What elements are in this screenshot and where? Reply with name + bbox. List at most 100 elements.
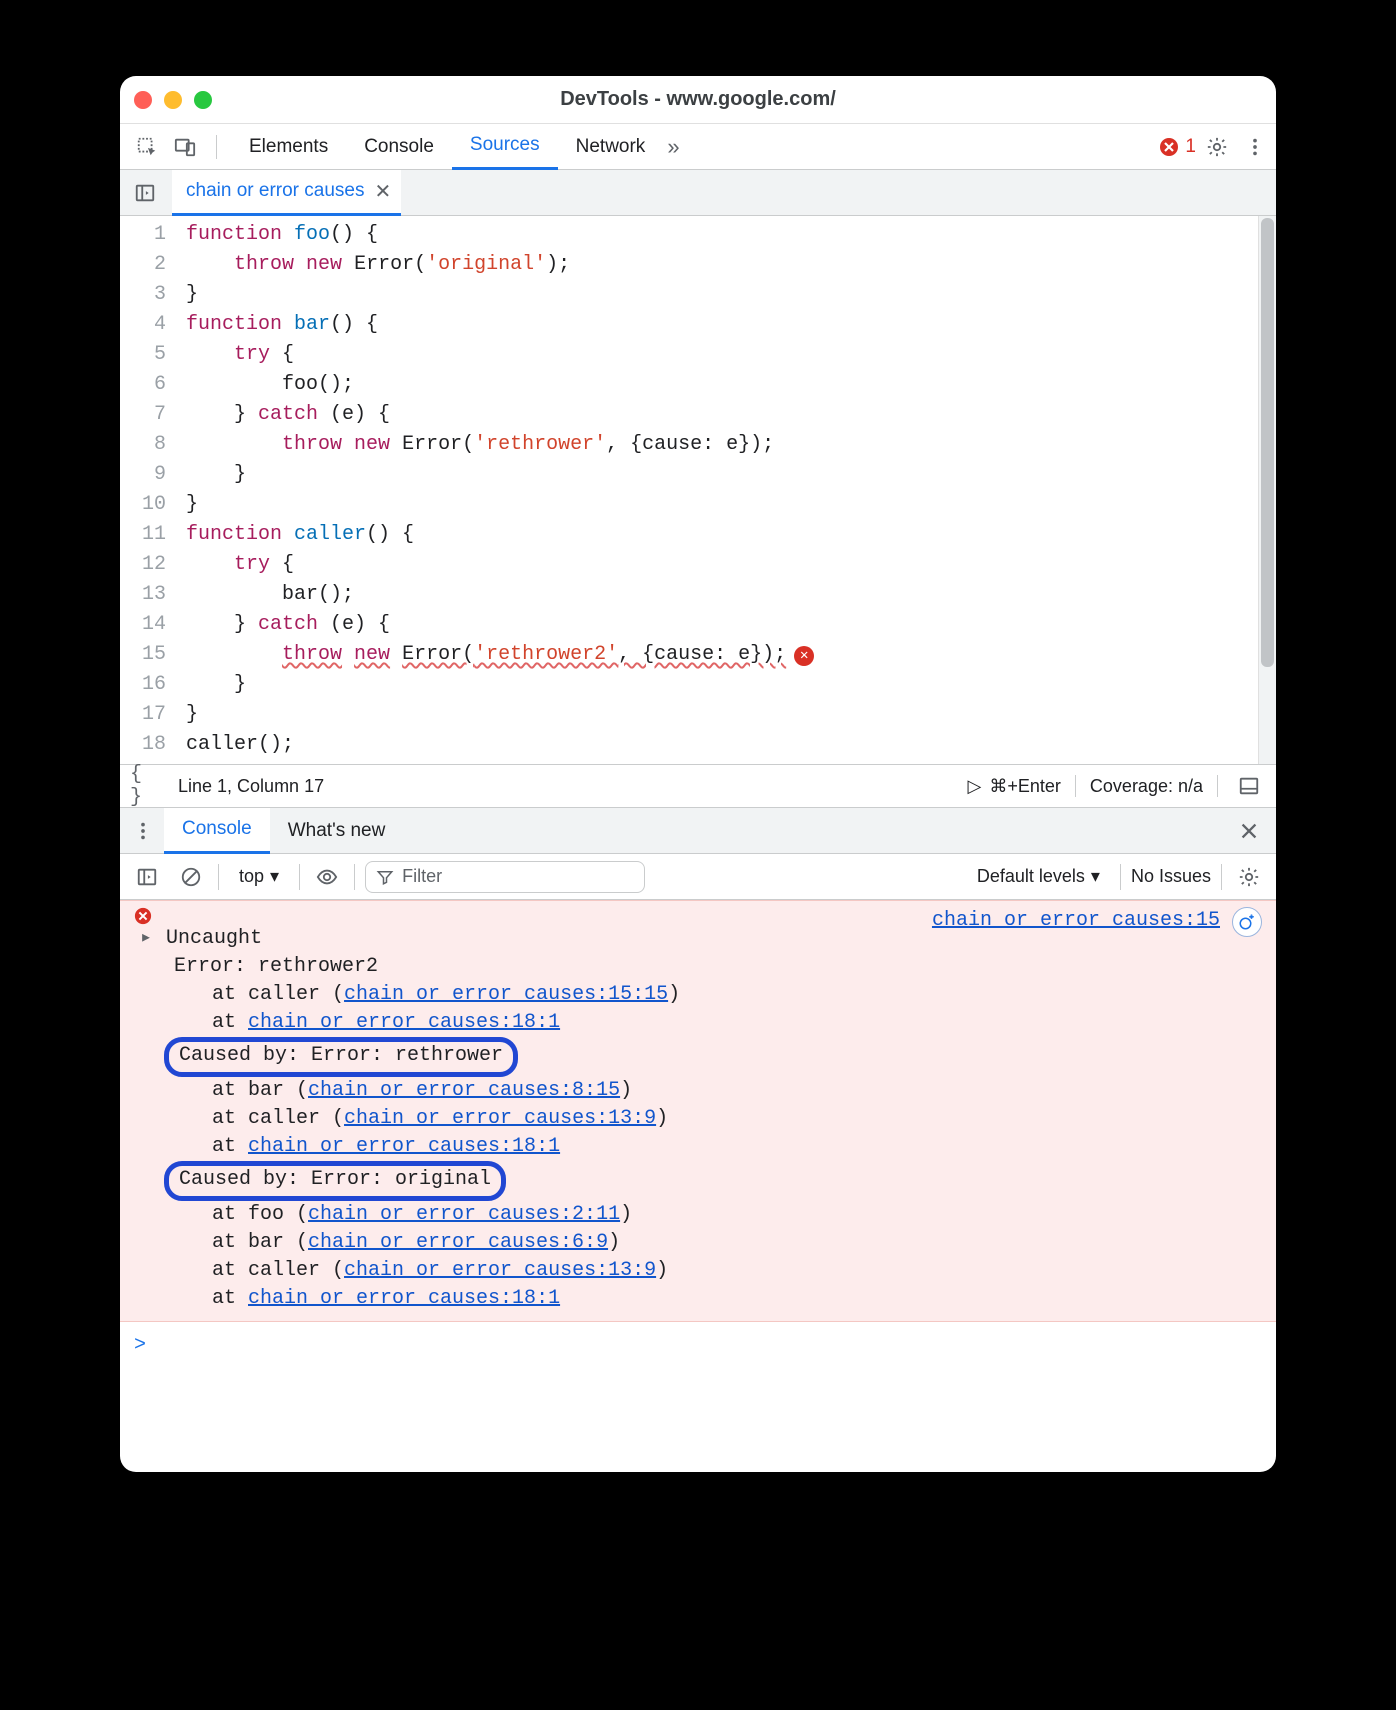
code-line[interactable]: foo(); bbox=[178, 370, 1276, 400]
cause-highlight: Caused by: Error: rethrower bbox=[164, 1037, 518, 1077]
stack-link[interactable]: chain or error causes:2:11 bbox=[308, 1203, 620, 1226]
editor-scrollbar[interactable] bbox=[1258, 216, 1276, 764]
device-toggle-icon[interactable] bbox=[168, 130, 202, 164]
chevron-down-icon: ▾ bbox=[270, 866, 279, 887]
file-tab[interactable]: chain or error causes ✕ bbox=[172, 170, 401, 216]
code-area[interactable]: function foo() { throw new Error('origin… bbox=[178, 216, 1276, 764]
stack-link[interactable]: chain or error causes:18:1 bbox=[248, 1135, 560, 1158]
code-line[interactable]: } bbox=[178, 280, 1276, 310]
code-line[interactable]: function bar() { bbox=[178, 310, 1276, 340]
error-count-value: 1 bbox=[1185, 136, 1196, 158]
console-line: at bar (chain or error causes:8:15) bbox=[134, 1077, 1262, 1105]
drawer-tab-what-s-new[interactable]: What's new bbox=[270, 808, 404, 854]
main-tabs: ElementsConsoleSourcesNetwork bbox=[231, 124, 663, 170]
console-prompt[interactable]: > bbox=[120, 1322, 1276, 1370]
coverage-label: Coverage: n/a bbox=[1090, 776, 1203, 797]
prompt-icon: > bbox=[134, 1332, 146, 1360]
drawer-kebab-icon[interactable] bbox=[126, 814, 160, 848]
stack-link[interactable]: chain or error causes:13:9 bbox=[344, 1107, 656, 1130]
pretty-print-icon[interactable]: { } bbox=[130, 769, 164, 803]
code-line[interactable]: bar(); bbox=[178, 580, 1276, 610]
filter-placeholder: Filter bbox=[402, 866, 442, 887]
stack-link[interactable]: chain or error causes:18:1 bbox=[248, 1011, 560, 1034]
file-tab-label: chain or error causes bbox=[186, 180, 364, 202]
devtools-window: DevTools - www.google.com/ ElementsConso… bbox=[120, 76, 1276, 1472]
code-line[interactable]: throw new Error('rethrower', {cause: e})… bbox=[178, 430, 1276, 460]
settings-icon[interactable] bbox=[1200, 130, 1234, 164]
levels-label: Default levels bbox=[977, 866, 1085, 887]
filter-input[interactable]: Filter bbox=[365, 861, 645, 893]
drawer-tab-console[interactable]: Console bbox=[164, 808, 270, 854]
clear-console-icon[interactable] bbox=[174, 860, 208, 894]
filter-icon bbox=[376, 868, 394, 886]
file-tab-bar: chain or error causes ✕ bbox=[120, 170, 1276, 216]
run-icon[interactable]: ▷ bbox=[968, 776, 982, 797]
console-line: at foo (chain or error causes:2:11) bbox=[134, 1201, 1262, 1229]
code-line[interactable]: } bbox=[178, 700, 1276, 730]
drawer-tabs: ConsoleWhat's new bbox=[120, 808, 1276, 854]
code-line[interactable]: throw new Error('rethrower2', {cause: e}… bbox=[178, 640, 1276, 670]
console-error-message[interactable]: chain or error causes:15 ▸ UncaughtError… bbox=[120, 900, 1276, 1322]
code-line[interactable]: caller(); bbox=[178, 730, 1276, 760]
close-file-tab-icon[interactable]: ✕ bbox=[374, 179, 391, 204]
tab-network[interactable]: Network bbox=[558, 124, 664, 170]
tab-console[interactable]: Console bbox=[346, 124, 452, 170]
issues-label[interactable]: No Issues bbox=[1131, 866, 1211, 887]
code-line[interactable]: } bbox=[178, 490, 1276, 520]
kebab-menu-icon[interactable] bbox=[1238, 130, 1272, 164]
console-line: at caller (chain or error causes:13:9) bbox=[134, 1257, 1262, 1285]
drawer-close-icon[interactable] bbox=[1236, 814, 1270, 848]
console-line: at chain or error causes:18:1 bbox=[134, 1133, 1262, 1161]
inline-error-icon[interactable]: ✕ bbox=[794, 646, 814, 666]
console-line: at caller (chain or error causes:15:15) bbox=[134, 981, 1262, 1009]
tab-elements[interactable]: Elements bbox=[231, 124, 346, 170]
console-line: at chain or error causes:18:1 bbox=[134, 1285, 1262, 1313]
context-selector[interactable]: top ▾ bbox=[229, 862, 289, 891]
console-toolbar: top ▾ Filter Default levels ▾ No Issues bbox=[120, 854, 1276, 900]
code-line[interactable]: try { bbox=[178, 340, 1276, 370]
code-line[interactable]: function foo() { bbox=[178, 220, 1276, 250]
window-titlebar: DevTools - www.google.com/ bbox=[120, 76, 1276, 124]
tab-sources[interactable]: Sources bbox=[452, 124, 558, 170]
main-toolbar: ElementsConsoleSourcesNetwork » 1 bbox=[120, 124, 1276, 170]
stack-link[interactable]: chain or error causes:8:15 bbox=[308, 1079, 620, 1102]
code-line[interactable]: throw new Error('original'); bbox=[178, 250, 1276, 280]
code-editor[interactable]: 123456789101112131415161718 function foo… bbox=[120, 216, 1276, 764]
console-line: Caused by: Error: rethrower bbox=[134, 1037, 1262, 1077]
code-line[interactable]: } catch (e) { bbox=[178, 400, 1276, 430]
context-label: top bbox=[239, 866, 264, 887]
code-line[interactable]: try { bbox=[178, 550, 1276, 580]
code-line[interactable]: function caller() { bbox=[178, 520, 1276, 550]
levels-selector[interactable]: Default levels ▾ bbox=[967, 862, 1110, 891]
stack-link[interactable]: chain or error causes:13:9 bbox=[344, 1259, 656, 1282]
console-line: at bar (chain or error causes:6:9) bbox=[134, 1229, 1262, 1257]
stack-link[interactable]: chain or error causes:6:9 bbox=[308, 1231, 608, 1254]
console-settings-icon[interactable] bbox=[1232, 860, 1266, 894]
stack-link[interactable]: chain or error causes:18:1 bbox=[248, 1287, 560, 1310]
code-line[interactable]: } bbox=[178, 460, 1276, 490]
editor-status-bar: { } Line 1, Column 17 ▷ ⌘+Enter Coverage… bbox=[120, 764, 1276, 808]
console-body: chain or error causes:15 ▸ UncaughtError… bbox=[120, 900, 1276, 1472]
error-count[interactable]: 1 bbox=[1159, 136, 1196, 158]
code-line[interactable]: } bbox=[178, 670, 1276, 700]
debugger-toggle-icon[interactable] bbox=[1232, 769, 1266, 803]
line-gutter: 123456789101112131415161718 bbox=[120, 216, 178, 764]
source-link[interactable]: chain or error causes:15 bbox=[932, 907, 1220, 935]
console-line: Caused by: Error: original bbox=[134, 1161, 1262, 1201]
live-expression-icon[interactable] bbox=[310, 860, 344, 894]
scrollbar-thumb[interactable] bbox=[1261, 218, 1274, 667]
more-tabs-icon[interactable]: » bbox=[667, 134, 679, 160]
chevron-down-icon: ▾ bbox=[1091, 866, 1100, 887]
explain-ai-icon[interactable] bbox=[1232, 907, 1262, 937]
cause-highlight: Caused by: Error: original bbox=[164, 1161, 506, 1201]
expand-icon[interactable]: ▸ bbox=[140, 925, 152, 953]
console-line: at chain or error causes:18:1 bbox=[134, 1009, 1262, 1037]
navigator-toggle-icon[interactable] bbox=[128, 176, 162, 210]
code-line[interactable]: } catch (e) { bbox=[178, 610, 1276, 640]
run-shortcut: ⌘+Enter bbox=[989, 776, 1061, 797]
console-sidebar-icon[interactable] bbox=[130, 860, 164, 894]
console-line: at caller (chain or error causes:13:9) bbox=[134, 1105, 1262, 1133]
inspect-icon[interactable] bbox=[130, 130, 164, 164]
stack-link[interactable]: chain or error causes:15:15 bbox=[344, 983, 668, 1006]
console-line: Error: rethrower2 bbox=[134, 953, 1262, 981]
